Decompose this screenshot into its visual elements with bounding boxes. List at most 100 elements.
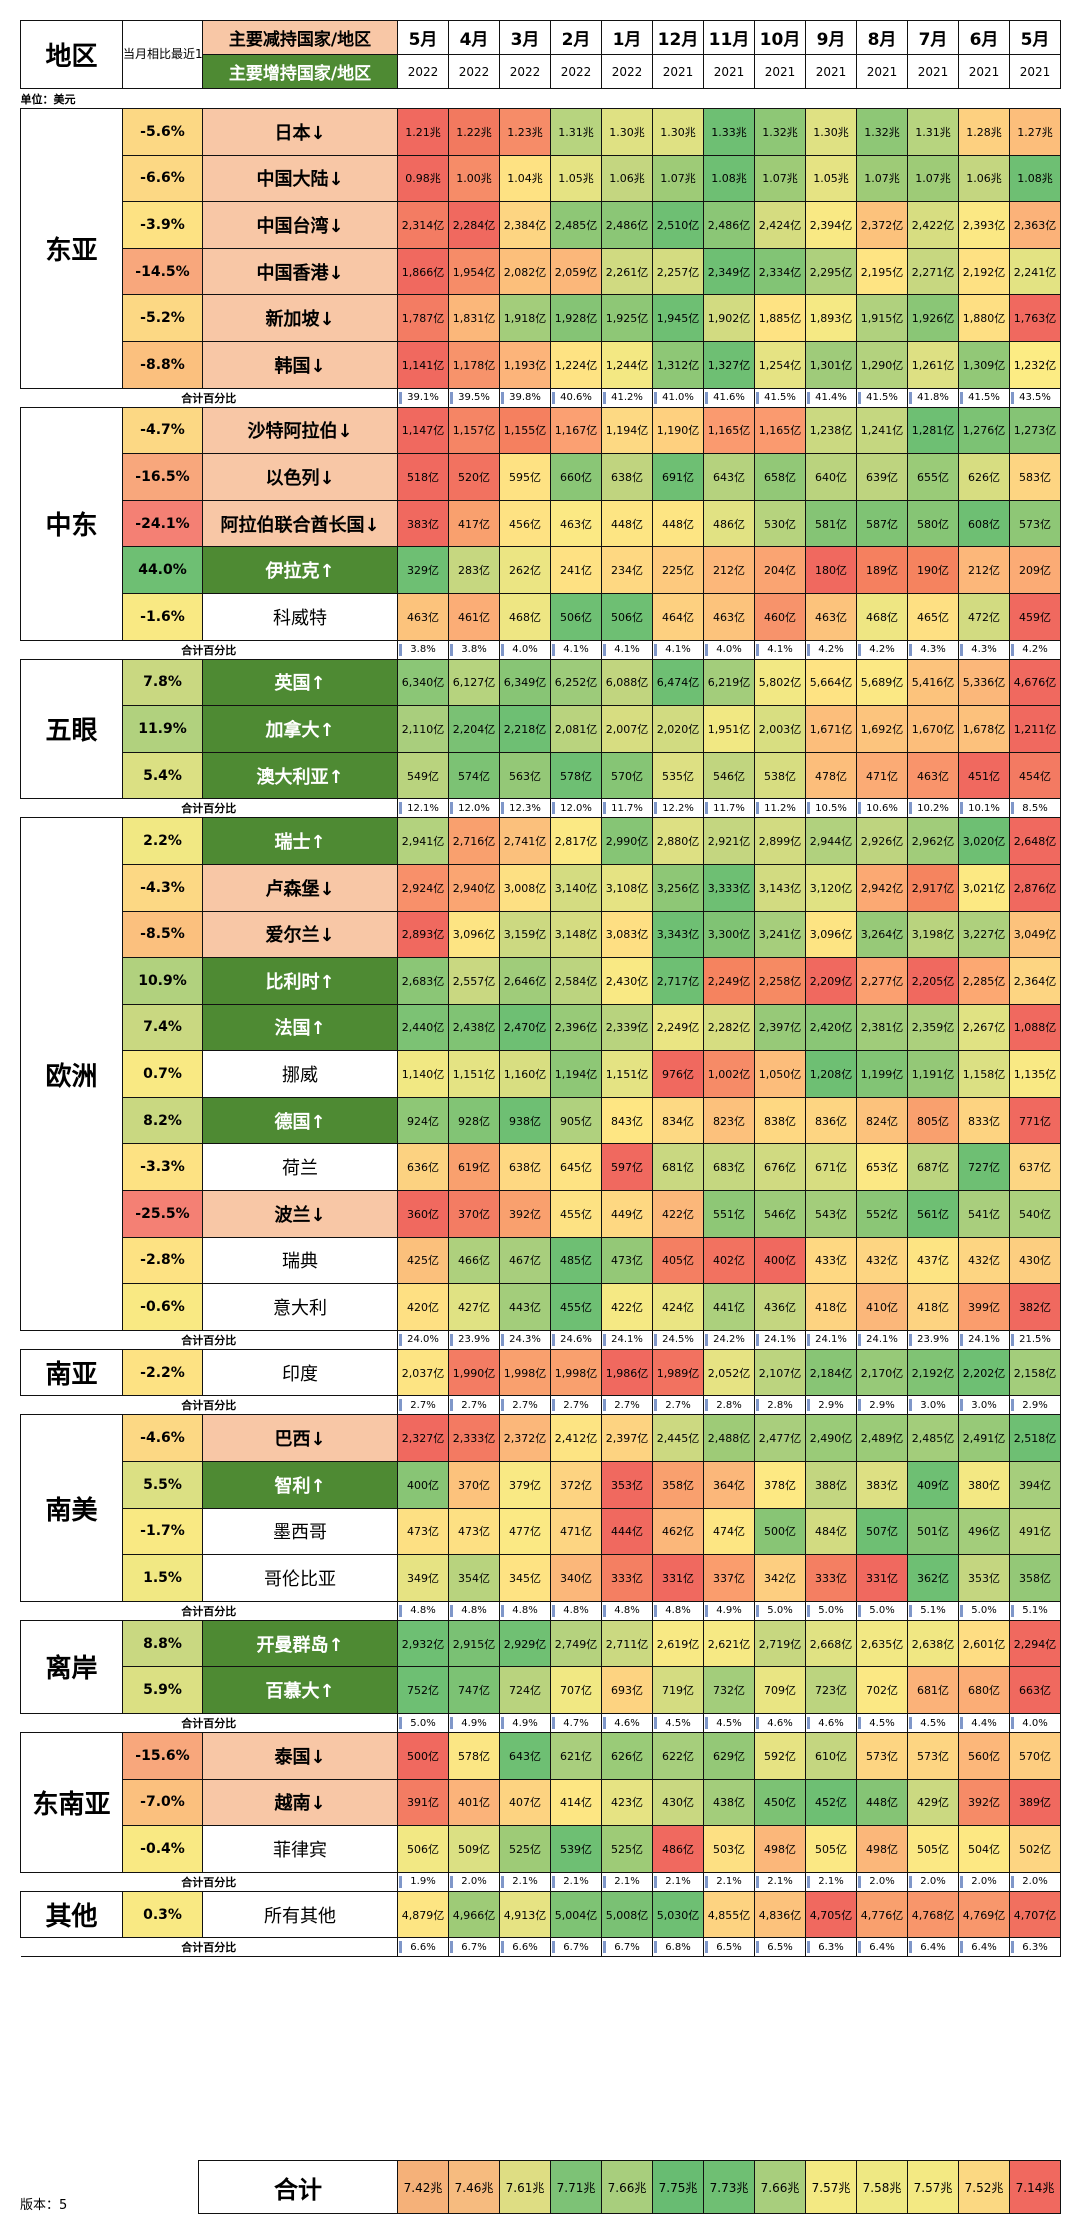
country-row: 44.0% 伊拉克↑ 329亿 283亿 262亿 241亿 234亿 225亿 212亿 204… [21,546,1061,594]
pct-bar [450,1399,453,1412]
pct-bar [858,802,861,815]
value-cell: 2,393亿 [958,201,1010,249]
pct-bar [501,1333,504,1346]
pct-value: 4.8% [563,1605,589,1617]
value-cell: 1,902亿 [703,294,755,342]
value-cell: 3,300亿 [703,910,755,959]
pct-value: 6.3% [818,1941,844,1953]
value-cell: 2,205亿 [907,957,959,1005]
value-cell: 418亿 [805,1283,857,1331]
value-cell: 1,866亿 [397,247,449,296]
change-cell: -8.5% [122,910,203,959]
value-cell: 583亿 [1009,453,1061,501]
value-cell: 1,831亿 [448,294,500,342]
value-cell: 432亿 [958,1236,1010,1285]
value-cell: 552亿 [856,1190,908,1238]
change-cell: -8.8% [122,340,203,389]
pct-bar [603,643,606,656]
value-cell: 484亿 [805,1507,857,1556]
pct-bar [552,1941,555,1954]
country-row: 五眼 7.8% 英国↑ 6,340亿 6,127亿 6,349亿 6,252亿 6,088亿 6… [20,658,1061,800]
pct-value: 4.0% [716,644,742,656]
pct-value: 6.7% [461,1941,487,1953]
value-cell: 530亿 [754,499,806,548]
value-cell: 2,267亿 [958,1003,1010,1052]
value-cell: 619亿 [448,1143,500,1192]
change-cell: 8.8% [122,1619,203,1668]
value-cell: 353亿 [601,1461,653,1509]
pct-row: 合计百分比 5.0% 4.9% 4.9% 4.7% 4.6% 4.5% 4.5% 4.6% 4.6… [20,1713,1061,1733]
pct-value: 2.1% [512,1876,538,1888]
pct-value: 5.0% [767,1605,793,1617]
pct-bar [552,1399,555,1412]
pct-cell: 24.2% [703,1329,755,1350]
pct-cell: 4.4% [958,1713,1010,1733]
value-cell: 724亿 [499,1666,551,1714]
value-cell: 2,195亿 [856,247,908,296]
pct-bar [552,1333,555,1346]
value-cell: 1.32兆 [754,108,806,156]
value-cell: 1,276亿 [958,406,1010,455]
value-cell: 212亿 [703,546,755,594]
change-cell: -24.1% [122,499,203,548]
change-cell: -4.6% [122,1414,203,1463]
pct-value: 2.7% [410,1399,436,1411]
pct-value: 39.8% [509,392,541,404]
pct-bar [705,1717,708,1729]
value-cell: 383亿 [856,1461,908,1509]
value-cell: 451亿 [958,751,1010,800]
value-cell: 573亿 [907,1732,959,1780]
value-cell: 463亿 [397,592,449,641]
value-cell: 636亿 [397,1143,449,1192]
pct-bar [909,1875,912,1888]
value-cell: 671亿 [805,1143,857,1192]
value-cell: 441亿 [703,1283,755,1331]
country-name: 澳大利亚↑ [202,751,398,800]
pct-cell: 6.4% [856,1937,908,1958]
value-cell: 4,707亿 [1009,1890,1061,1939]
pct-value: 21.5% [1019,1334,1051,1346]
value-cell: 2,915亿 [448,1619,500,1668]
pct-value: 4.0% [1022,1717,1048,1729]
change-cell: -0.6% [122,1283,203,1331]
value-cell: 4,879亿 [397,1890,449,1939]
value-cell: 2,488亿 [703,1414,755,1463]
value-cell: 655亿 [907,453,959,501]
pct-cell: 6.6% [397,1937,449,1958]
value-cell: 2,184亿 [805,1348,857,1397]
change-cell: 11.9% [122,705,203,753]
value-cell: 234亿 [601,546,653,594]
pct-bar [960,1399,963,1412]
pct-value: 24.1% [611,1334,643,1346]
value-cell: 456亿 [499,499,551,548]
country-name: 科威特 [202,592,398,641]
pct-bar [807,643,810,656]
pct-label: 合计百分比 [20,639,398,660]
pct-bar [501,1941,504,1954]
month-header: 7月 [907,20,959,55]
value-cell: 1,232亿 [1009,340,1061,389]
value-cell: 478亿 [805,751,857,800]
value-cell: 681亿 [907,1666,959,1714]
value-cell: 693亿 [601,1666,653,1714]
pct-value: 39.1% [407,392,439,404]
value-cell: 2,110亿 [397,705,449,753]
country-name: 中国台湾↓ [202,201,398,249]
year-header: 2022 [550,54,602,89]
pct-value: 2.0% [869,1876,895,1888]
value-cell: 2,440亿 [397,1003,449,1052]
pct-bar [807,1399,810,1412]
value-cell: 2,584亿 [550,957,602,1005]
country-row: 11.9% 加拿大↑ 2,110亿 2,204亿 2,218亿 2,081亿 2,007亿 2… [21,705,1061,753]
pct-value: 4.3% [971,644,997,656]
pct-cell: 6.3% [805,1937,857,1958]
region-label: 离岸 [20,1619,123,1715]
value-cell: 354亿 [448,1554,500,1602]
value-cell: 3,264亿 [856,910,908,959]
pct-row: 合计百分比 12.1% 12.0% 12.3% 12.0% 11.7% 12.2% 11.7%… [20,798,1061,819]
value-cell: 2,249亿 [652,1003,704,1052]
value-cell: 409亿 [907,1461,959,1509]
pct-bar [858,1875,861,1888]
value-cell: 389亿 [1009,1778,1061,1827]
value-cell: 4,966亿 [448,1890,500,1939]
